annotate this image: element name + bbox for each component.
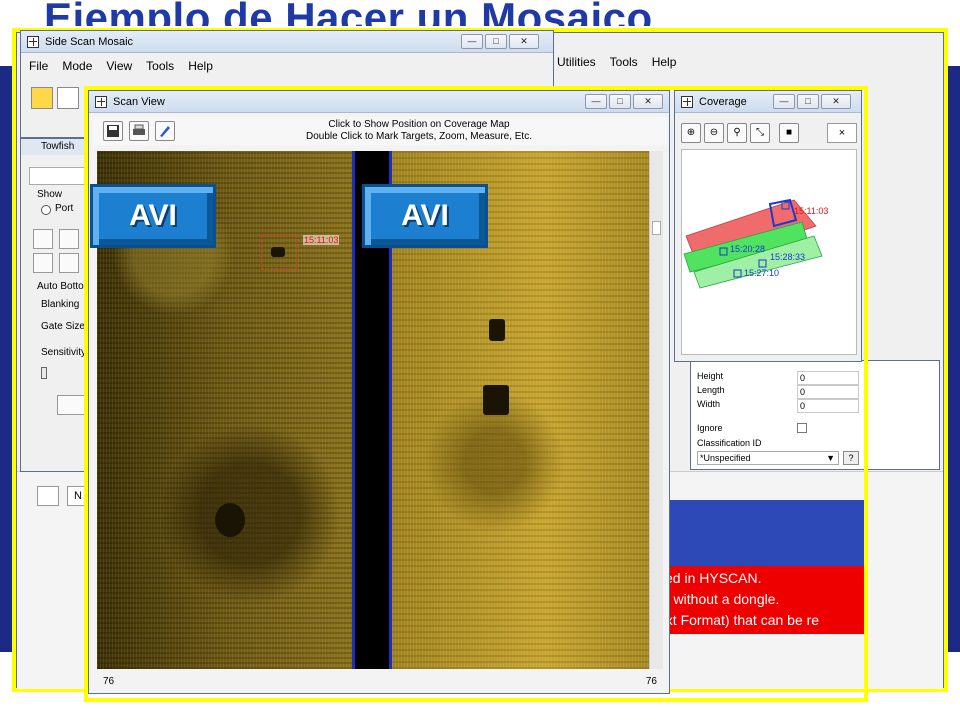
menu-tools-right[interactable]: Tools (610, 55, 638, 69)
menu-mode[interactable]: Mode (62, 59, 92, 73)
coverage-window-buttons: — □ ✕ (773, 94, 851, 109)
close-icon[interactable]: ✕ (821, 94, 851, 109)
coverage-label-2: 15:20:28 (730, 244, 765, 254)
towfish-title: Towfish (21, 139, 93, 155)
adjust-down-button[interactable] (33, 253, 53, 273)
coverage-map-svg: 15:11:03 15:20:28 15:28:33 15:27:10 (683, 198, 828, 289)
coverage-label-4: 15:27:10 (744, 268, 779, 278)
coverage-label-1: 15:11:03 (794, 206, 828, 216)
sensitivity-slider[interactable] (41, 367, 47, 379)
waveform-icon[interactable] (37, 486, 59, 506)
mosaic-window-buttons: — □ ✕ (461, 34, 539, 49)
port-label: Port (55, 203, 74, 214)
adjust-up-right-button[interactable] (59, 229, 79, 249)
zoom-out-icon[interactable]: ⊖ (704, 123, 724, 143)
mosaic-title: Side Scan Mosaic (45, 35, 134, 48)
menu-tools[interactable]: Tools (146, 59, 174, 73)
port-radio[interactable] (41, 205, 51, 215)
coverage-title: Coverage (699, 95, 747, 108)
towfish-panel: Towfish Show Port Auto Botto Blanking Ga… (20, 138, 93, 472)
zoom-in-icon[interactable]: ⊕ (681, 123, 701, 143)
coverage-label-3: 15:28:33 (770, 252, 805, 262)
app-icon (681, 95, 693, 108)
save-icon[interactable]: ■ (779, 123, 799, 143)
gate-size-label: Gate Size (41, 321, 85, 332)
hyscan-menubar: Utilities Tools Help (557, 55, 676, 69)
coverage-toolbar: ⊕ ⊖ ⚲ ⤡ ■ (681, 123, 799, 143)
minimize-icon[interactable]: — (773, 94, 795, 109)
towfish-dropdown[interactable] (29, 167, 89, 185)
maximize-icon[interactable]: □ (797, 94, 819, 109)
blanking-label: Blanking (41, 299, 80, 310)
menu-help[interactable]: Help (188, 59, 213, 73)
fullscreen-icon[interactable]: ⤡ (750, 123, 770, 143)
new-file-icon[interactable] (57, 87, 79, 109)
avi-button-right[interactable]: AVI (362, 184, 488, 248)
sensitivity-label: Sensitivity (41, 347, 87, 358)
menu-help-right[interactable]: Help (652, 55, 677, 69)
coverage-map[interactable]: 15:11:03 15:20:28 15:28:33 15:27:10 (681, 149, 857, 355)
auto-bottom-label: Auto Botto (37, 281, 84, 292)
app-icon (27, 35, 39, 48)
zoom-fit-icon[interactable]: ⚲ (727, 123, 747, 143)
menu-file[interactable]: File (29, 59, 48, 73)
adjust-down-right-button[interactable] (59, 253, 79, 273)
close-icon[interactable]: ✕ (509, 34, 539, 49)
show-label: Show (37, 189, 63, 200)
avi-label-left: AVI (129, 199, 177, 232)
adjust-up-button[interactable] (33, 229, 53, 249)
minimize-icon[interactable]: — (461, 34, 483, 49)
menu-view[interactable]: View (106, 59, 132, 73)
avi-label-right: AVI (401, 199, 449, 232)
open-folder-icon[interactable] (31, 87, 53, 109)
coverage-window: Coverage — □ ✕ ⊕ ⊖ ⚲ ⤡ ■ × 15:11:03 15:2… (674, 90, 862, 362)
mosaic-menubar: File Mode View Tools Help (29, 59, 213, 73)
maximize-icon[interactable]: □ (485, 34, 507, 49)
slide-title: Ejemplo de Hacer un Mosaico (44, 0, 653, 26)
coverage-clear-button[interactable]: × (827, 123, 857, 143)
menu-utilities[interactable]: Utilities (557, 55, 596, 69)
avi-button-left[interactable]: AVI (90, 184, 216, 248)
